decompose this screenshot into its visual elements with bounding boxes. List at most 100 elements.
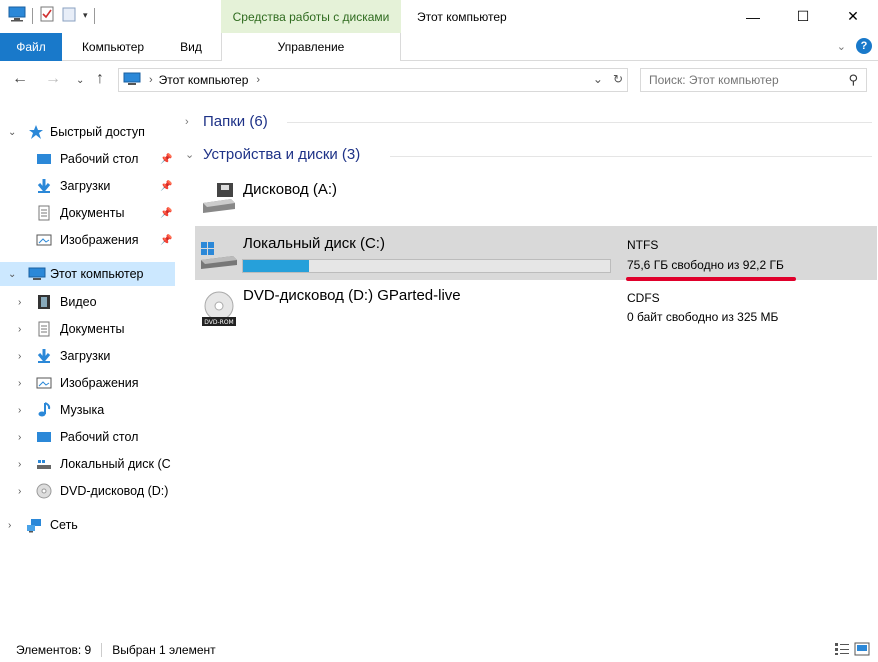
drive-local-c[interactable]: Локальный диск (C:) NTFS 75,6 ГБ свободн… [195, 226, 877, 280]
customize-qat-icon[interactable]: ▾ [83, 10, 88, 21]
recent-chevron-icon[interactable]: ⌄ [76, 75, 84, 86]
sidebar-item-network[interactable]: › Сеть [0, 513, 182, 537]
navigation-pane: ⌄ Быстрый доступ Рабочий стол 📌 Загрузки… [0, 112, 182, 632]
up-arrow-icon[interactable]: ↑ [96, 70, 104, 88]
desktop-icon [36, 429, 52, 445]
properties-icon[interactable] [39, 6, 55, 25]
sidebar-item-label: Загрузки [60, 179, 111, 193]
tab-computer[interactable]: Компьютер [72, 33, 154, 61]
expanded-chevron-icon[interactable]: ⌄ [8, 269, 16, 280]
help-icon[interactable]: ? [856, 38, 872, 54]
sidebar-item-label: Изображения [60, 233, 139, 247]
breadcrumb-separator[interactable]: › [256, 74, 260, 86]
sidebar-item-label: Документы [60, 322, 125, 336]
collapsed-chevron-icon[interactable]: › [18, 378, 21, 389]
sidebar-item-music[interactable]: › Музыка [0, 398, 182, 422]
search-input[interactable] [649, 73, 839, 87]
sidebar-item-pc-pictures[interactable]: › Изображения [0, 371, 182, 395]
star-icon [28, 124, 44, 140]
new-folder-icon[interactable] [61, 6, 77, 25]
floppy-drive-icon [201, 179, 237, 218]
sidebar-item-desktop[interactable]: Рабочий стол 📌 [0, 147, 182, 171]
sidebar-item-pc-downloads[interactable]: › Загрузки [0, 344, 182, 368]
expanded-chevron-icon[interactable]: ⌄ [185, 148, 197, 161]
ribbon-tabs: Файл Компьютер Вид Управление ⌄ ? [0, 33, 878, 61]
sidebar-item-local-disk[interactable]: › Локальный диск (C [0, 452, 182, 476]
tab-file[interactable]: Файл [0, 33, 62, 61]
group-divider [390, 156, 872, 157]
breadcrumb-separator[interactable]: › [149, 74, 153, 86]
expand-ribbon-icon[interactable]: ⌄ [837, 40, 846, 53]
breadcrumb-this-pc[interactable]: Этот компьютер [159, 73, 249, 87]
document-icon [36, 205, 52, 221]
tab-view[interactable]: Вид [168, 33, 214, 61]
content-pane: › Папки (6) ⌄ Устройства и диски (3) Дис… [185, 105, 878, 635]
expanded-chevron-icon[interactable]: ⌄ [8, 127, 16, 138]
group-header-devices[interactable]: ⌄ Устройства и диски (3) [185, 146, 360, 163]
free-space-label: 0 байт свободно из 325 МБ [627, 310, 779, 324]
collapsed-chevron-icon[interactable]: › [18, 297, 21, 308]
address-bar[interactable]: › Этот компьютер › ⌄ ↻ [118, 68, 628, 92]
sidebar-item-dvd-drive[interactable]: › DVD-дисковод (D:) [0, 479, 182, 503]
pin-icon[interactable]: 📌 [160, 154, 172, 165]
sidebar-item-documents[interactable]: Документы 📌 [0, 201, 182, 225]
forward-arrow-icon[interactable]: → [45, 70, 61, 88]
sidebar-item-pc-desktop[interactable]: › Рабочий стол [0, 425, 182, 449]
sidebar-item-label: Рабочий стол [60, 152, 139, 166]
computer-icon [28, 266, 46, 282]
address-dropdown-icon[interactable]: ⌄ [593, 72, 603, 86]
sidebar-item-videos[interactable]: › Видео [0, 290, 182, 314]
close-button[interactable]: ✕ [828, 0, 878, 33]
drive-floppy-a[interactable]: Дисковод (A:) [195, 173, 877, 221]
sidebar-item-this-pc[interactable]: ⌄ Этот компьютер [0, 262, 175, 286]
desktop-icon [36, 151, 52, 167]
drive-name: DVD-дисковод (D:) GParted-live [243, 287, 461, 304]
sidebar-item-quick-access[interactable]: ⌄ Быстрый доступ [0, 120, 182, 144]
sidebar-item-label: DVD-дисковод (D:) [60, 484, 169, 498]
disk-tools-context-tab: Средства работы с дисками [221, 0, 401, 33]
sidebar-item-label: Этот компьютер [50, 267, 144, 281]
drive-name: Локальный диск (C:) [243, 235, 385, 252]
collapsed-chevron-icon[interactable]: › [18, 405, 21, 416]
music-note-icon [36, 402, 52, 418]
free-space-label: 75,6 ГБ свободно из 92,2 ГБ [627, 258, 784, 272]
pin-icon[interactable]: 📌 [160, 181, 172, 192]
group-divider [287, 122, 872, 123]
collapsed-chevron-icon[interactable]: › [18, 351, 21, 362]
maximize-button[interactable]: ☐ [778, 0, 828, 33]
minimize-button[interactable]: — [728, 0, 778, 33]
details-view-icon[interactable] [834, 642, 850, 659]
collapsed-chevron-icon[interactable]: › [18, 432, 21, 443]
collapsed-chevron-icon[interactable]: › [18, 324, 21, 335]
back-arrow-icon[interactable]: ← [12, 70, 28, 88]
window-title: Этот компьютер [417, 10, 507, 24]
ribbon-right-controls: ⌄ ? [837, 38, 872, 54]
group-header-folders[interactable]: › Папки (6) [185, 113, 268, 130]
address-tools: ⌄ ↻ [593, 72, 623, 86]
sidebar-item-pictures[interactable]: Изображения 📌 [0, 228, 182, 252]
sidebar-item-label: Загрузки [60, 349, 111, 363]
dvd-rom-label: DVD-ROM [204, 319, 233, 326]
tab-manage[interactable]: Управление [221, 33, 401, 61]
search-icon[interactable]: ⚲ [848, 72, 858, 88]
computer-icon[interactable] [8, 6, 26, 25]
large-icons-view-icon[interactable] [854, 642, 870, 659]
collapsed-chevron-icon[interactable]: › [18, 486, 21, 497]
quick-access-toolbar: ▾ [8, 6, 95, 25]
drive-dvd-d[interactable]: DVD-ROM DVD-дисковод (D:) GParted-live C… [195, 284, 877, 334]
navigation-bar: ← → ⌄ ↑ › Этот компьютер › ⌄ ↻ ⚲ [0, 62, 878, 100]
picture-icon [36, 375, 52, 391]
refresh-icon[interactable]: ↻ [613, 72, 623, 86]
collapsed-chevron-icon[interactable]: › [185, 116, 197, 128]
collapsed-chevron-icon[interactable]: › [18, 459, 21, 470]
pin-icon[interactable]: 📌 [160, 208, 172, 219]
network-icon [26, 517, 42, 533]
hard-drive-icon [36, 456, 52, 472]
collapsed-chevron-icon[interactable]: › [8, 520, 11, 531]
sidebar-item-label: Видео [60, 295, 97, 309]
search-box[interactable]: ⚲ [640, 68, 867, 92]
sidebar-item-pc-documents[interactable]: › Документы [0, 317, 182, 341]
pin-icon[interactable]: 📌 [160, 235, 172, 246]
status-bar: Элементов: 9 Выбран 1 элемент [0, 638, 878, 662]
sidebar-item-downloads[interactable]: Загрузки 📌 [0, 174, 182, 198]
